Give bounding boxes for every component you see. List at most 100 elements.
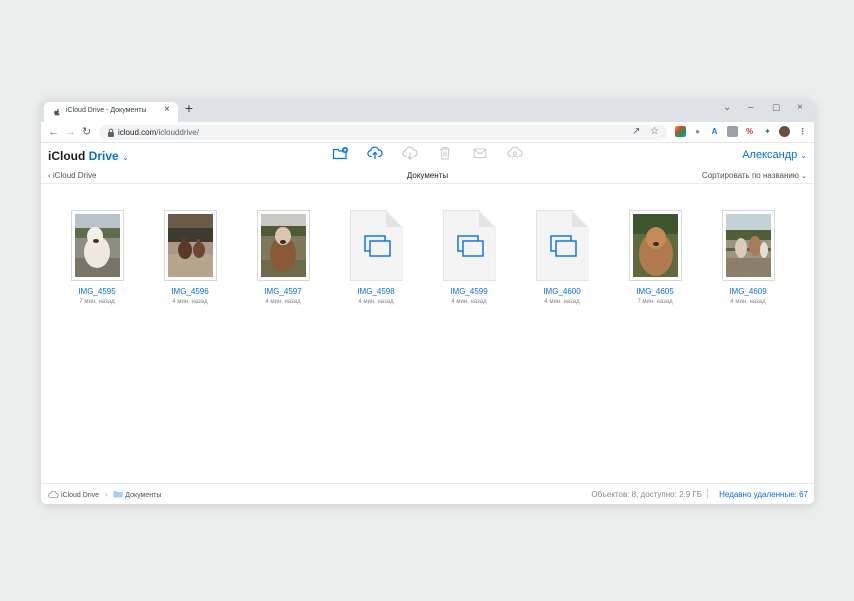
extensions-puzzle-icon[interactable]: ✦ (762, 126, 773, 137)
footer-separator (707, 489, 708, 499)
reload-icon[interactable]: ↻ (82, 125, 91, 139)
alpaca-photo-image (167, 214, 213, 277)
file-name: IMG_4595 (78, 287, 116, 296)
address-bar[interactable]: icloud.com/iclouddrive/ ↗ ☆ (99, 125, 667, 140)
file-item[interactable]: IMG_4605 7 мин. назад (615, 210, 695, 310)
lock-icon (108, 128, 114, 137)
footer-breadcrumb: iCloud Drive › Документы (48, 490, 161, 499)
footer-crumb-root[interactable]: iCloud Drive (61, 492, 99, 499)
user-chevron-icon: ⌄ (800, 151, 807, 160)
tab-close-icon[interactable]: × (164, 104, 170, 115)
browser-menu-icon[interactable]: ⋮ (797, 126, 808, 137)
cloud-icon (48, 490, 59, 498)
download-icon (402, 146, 418, 160)
extension-photos-icon[interactable] (675, 126, 686, 137)
photo-thumbnail (163, 210, 217, 281)
file-modified-time: 4 мин. назад (451, 299, 487, 305)
file-name: IMG_4605 (636, 287, 674, 296)
browser-window: iCloud Drive - Документы × + ⌄ – ☐ × ← →… (41, 99, 814, 504)
user-name: Александр (742, 149, 798, 161)
recently-deleted-link[interactable]: Недавно удаленные: 67 (719, 490, 808, 499)
tab-strip: iCloud Drive - Документы × + ⌄ – ☐ × (41, 99, 814, 122)
document-thumbnail (535, 210, 589, 281)
extension-shield-icon[interactable]: ● (692, 126, 703, 137)
alpaca-photo-image (74, 214, 120, 277)
new-tab-icon[interactable]: + (182, 100, 196, 116)
close-window-icon[interactable]: × (797, 102, 803, 113)
file-name: IMG_4599 (450, 287, 488, 296)
status-bar: iCloud Drive › Документы Объектов: 8, до… (41, 483, 814, 504)
file-item[interactable]: IMG_4595 7 мин. назад (57, 210, 137, 310)
extension-tool-icon[interactable]: % (744, 126, 755, 137)
share-icon[interactable]: ↗ (632, 126, 640, 137)
trash-icon (440, 146, 450, 160)
page-title: Документы (406, 171, 449, 180)
share-person-icon (507, 146, 523, 159)
tab-search-icon[interactable]: ⌄ (723, 102, 731, 113)
file-name: IMG_4597 (264, 287, 302, 296)
stacked-files-icon (456, 235, 484, 257)
crumb-separator: › (105, 492, 108, 499)
file-modified-time: 4 мин. назад (358, 299, 394, 305)
document-thumbnail (442, 210, 496, 281)
profile-avatar-icon[interactable] (779, 126, 790, 137)
file-item[interactable]: IMG_4600 4 мин. назад (522, 210, 602, 310)
app-product: Drive (88, 149, 119, 163)
file-name: IMG_4596 (171, 287, 209, 296)
sort-chevron-icon: ⌄ (801, 173, 807, 180)
stacked-files-icon (363, 235, 391, 257)
photo-thumbnail (70, 210, 124, 281)
page-fold-icon (478, 211, 495, 227)
document-thumbnail (349, 210, 403, 281)
user-menu[interactable]: Александр ⌄ (742, 149, 807, 161)
storage-stats: Объектов: 8, доступно: 2.9 ГБ (591, 490, 702, 499)
file-modified-time: 4 мин. назад (544, 299, 580, 305)
apple-icon (54, 108, 60, 116)
file-modified-time: 4 мин. назад (730, 299, 766, 305)
upload-icon[interactable] (367, 146, 383, 160)
minimize-icon[interactable]: – (748, 102, 754, 113)
url-host: icloud.com (118, 128, 157, 137)
photo-thumbnail (721, 210, 775, 281)
app-switcher-chevron-icon: ⌄ (122, 153, 129, 162)
sort-label: Сортировать по названию (701, 171, 799, 180)
app-brand: iCloud (48, 149, 86, 163)
file-modified-time: 7 мин. назад (79, 299, 115, 305)
browser-tab[interactable]: iCloud Drive - Документы × (44, 102, 178, 122)
alpaca-photo-image (260, 214, 306, 277)
extension-translate-icon[interactable]: A (709, 126, 720, 137)
extension-doc-icon[interactable] (727, 126, 738, 137)
photo-thumbnail (256, 210, 310, 281)
back-arrow-icon[interactable]: ← (48, 125, 59, 139)
stacked-files-icon (549, 235, 577, 257)
header-divider (41, 183, 814, 184)
sort-dropdown[interactable]: Сортировать по названию ⌄ (702, 171, 807, 180)
file-item[interactable]: IMG_4596 4 мин. назад (150, 210, 230, 310)
forward-arrow-icon[interactable]: → (65, 125, 76, 139)
alpaca-photo-image (632, 214, 678, 277)
footer-crumb-folder[interactable]: Документы (125, 492, 161, 499)
file-item[interactable]: IMG_4597 4 мин. назад (243, 210, 323, 310)
app-title[interactable]: iCloud Drive ⌄ (48, 149, 129, 163)
file-modified-time: 7 мин. назад (637, 299, 673, 305)
folder-icon (113, 491, 123, 498)
file-name: IMG_4598 (357, 287, 395, 296)
toolbar-divider (41, 142, 814, 143)
page-fold-icon (571, 211, 588, 227)
new-folder-icon[interactable] (332, 146, 348, 160)
file-modified-time: 4 мин. назад (172, 299, 208, 305)
url-text: icloud.com/iclouddrive/ (118, 128, 199, 137)
file-modified-time: 4 мин. назад (265, 299, 301, 305)
file-item[interactable]: IMG_4598 4 мин. назад (336, 210, 416, 310)
mail-icon (473, 148, 487, 159)
file-item[interactable]: IMG_4609 4 мин. назад (708, 210, 788, 310)
maximize-icon[interactable]: ☐ (772, 103, 780, 114)
file-name: IMG_4600 (543, 287, 581, 296)
alpaca-photo-image (725, 214, 771, 277)
page-fold-icon (385, 211, 402, 227)
url-path: /iclouddrive/ (156, 128, 199, 137)
bookmark-star-icon[interactable]: ☆ (650, 126, 659, 137)
file-item[interactable]: IMG_4599 4 мин. назад (429, 210, 509, 310)
tab-title: iCloud Drive - Документы (66, 107, 147, 114)
photo-thumbnail (628, 210, 682, 281)
